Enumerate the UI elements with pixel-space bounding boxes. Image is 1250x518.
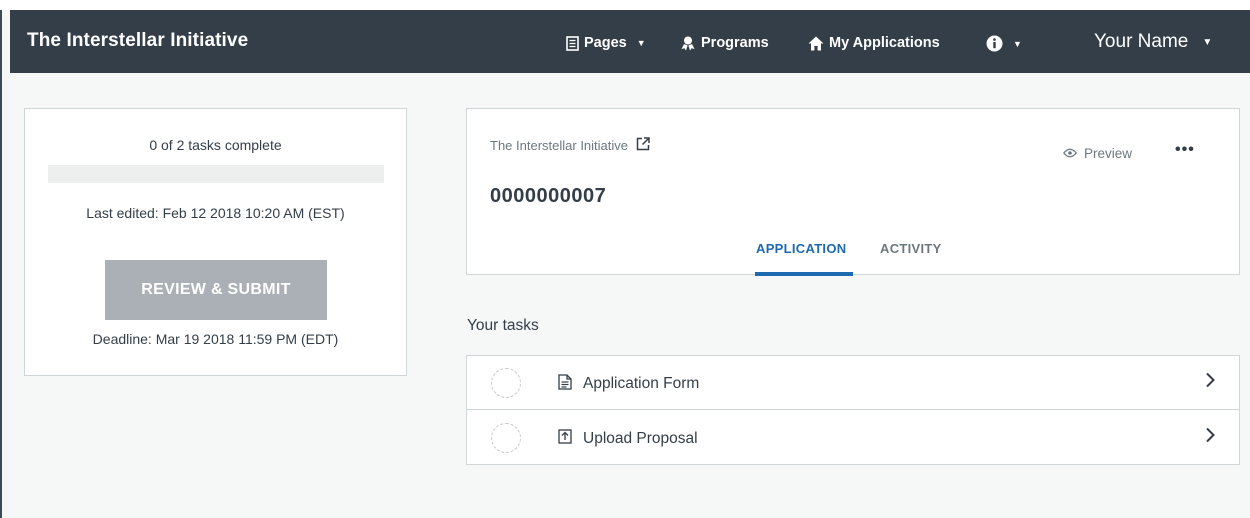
deadline-text: Deadline: Mar 19 2018 11:59 PM (EDT)	[92, 331, 339, 347]
tasks-heading: Your tasks	[467, 317, 539, 334]
nav-programs-label: Programs	[701, 35, 769, 51]
task-incomplete-status-icon	[491, 423, 521, 453]
preview-label: Preview	[1084, 146, 1133, 161]
nav-pages-label: Pages	[584, 35, 627, 51]
user-name: Your Name	[1094, 31, 1189, 52]
preview-button[interactable]: Preview	[1062, 146, 1133, 161]
home-icon	[808, 36, 824, 51]
review-submit-button[interactable]: REVIEW & SUBMIT	[105, 260, 327, 320]
task-label: Upload Proposal	[583, 430, 698, 447]
tasks-complete-text: 0 of 2 tasks complete	[149, 137, 282, 153]
application-status-card: 0 of 2 tasks complete Last edited: Feb 1…	[24, 108, 407, 376]
nav-pages-menu[interactable]: Pages ▼	[566, 35, 646, 51]
chevron-right-icon	[1205, 372, 1215, 393]
window-left-edge	[0, 10, 2, 518]
caret-down-icon: ▼	[636, 38, 646, 48]
info-icon	[986, 35, 1003, 52]
progress-bar	[48, 165, 384, 183]
task-row-upload-proposal[interactable]: Upload Proposal	[467, 411, 1239, 465]
application-header-card: The Interstellar Initiative 0000000007 P…	[466, 108, 1240, 276]
application-number: 0000000007	[490, 185, 607, 207]
eye-icon	[1062, 146, 1078, 161]
chevron-right-icon	[1205, 427, 1215, 448]
more-options-button[interactable]: •••	[1175, 141, 1195, 159]
task-list: Application Form Upload Proposal	[466, 355, 1240, 465]
caret-down-icon: ▼	[1013, 38, 1022, 49]
award-icon	[680, 35, 696, 51]
program-name: The Interstellar Initiative	[490, 138, 629, 153]
last-edited-text: Last edited: Feb 12 2018 10:20 AM (EST)	[86, 205, 345, 221]
top-navbar: The Interstellar Initiative Pages ▼ Prog…	[10, 10, 1250, 73]
document-icon	[566, 35, 579, 51]
nav-my-applications-label: My Applications	[829, 35, 940, 51]
nav-programs-link[interactable]: Programs	[680, 35, 769, 51]
form-document-icon	[558, 374, 572, 395]
task-label: Application Form	[583, 375, 700, 392]
brand-title[interactable]: The Interstellar Initiative	[27, 30, 248, 52]
top-strip	[0, 0, 1250, 10]
active-tab-indicator	[755, 272, 853, 276]
upload-icon	[558, 429, 572, 449]
caret-down-icon: ▼	[1202, 36, 1213, 48]
nav-help-menu[interactable]: ▼	[986, 35, 1022, 52]
user-account-menu[interactable]: Your Name ▼	[1094, 31, 1212, 53]
task-incomplete-status-icon	[491, 368, 521, 398]
tab-activity[interactable]: ACTIVITY	[880, 241, 942, 256]
nav-my-applications-link[interactable]: My Applications	[808, 35, 940, 51]
tab-application[interactable]: APPLICATION	[756, 241, 846, 256]
program-link[interactable]: The Interstellar Initiative	[490, 137, 650, 154]
task-row-application-form[interactable]: Application Form	[467, 356, 1239, 410]
external-link-icon	[636, 137, 650, 154]
